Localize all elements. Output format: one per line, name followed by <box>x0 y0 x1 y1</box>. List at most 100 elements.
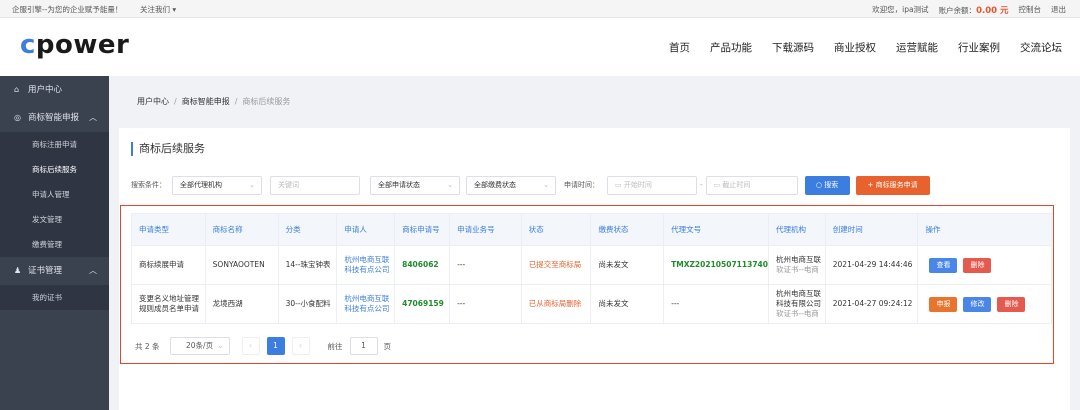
edit-button[interactable]: 修改 <box>963 296 992 312</box>
page-title: 商标后续服务 <box>131 142 205 156</box>
home-icon: ⌂ <box>14 85 20 94</box>
sidebar-item-trademark[interactable]: ◎ 商标智能申报 ︿ <box>0 104 109 132</box>
cell-category: 30--小食配料 <box>277 284 338 324</box>
nav-home[interactable]: 首页 <box>669 40 690 55</box>
cell-created: 2021-04-27 09:24:12 <box>824 284 919 324</box>
sidebar-item-user-center[interactable]: ⌂ 用户中心 <box>0 76 109 104</box>
delete-button[interactable]: 删除 <box>997 296 1026 312</box>
nav-features[interactable]: 产品功能 <box>710 40 752 55</box>
col-app-no: 商标申请号 <box>394 213 451 246</box>
cell-created: 2021-04-29 14:44:46 <box>824 245 919 285</box>
agency-select[interactable]: 全部代理机构 ⌄ <box>172 175 262 195</box>
cell-status: 已提交至商标局 <box>520 245 592 285</box>
nav-download[interactable]: 下载源码 <box>772 40 814 55</box>
col-pay-status: 缴费状态 <box>590 213 665 246</box>
submit-button[interactable]: 申报 <box>929 296 958 312</box>
cell-applicant[interactable]: 杭州电商互联科技有点公司 <box>336 245 396 285</box>
caret-down-icon: ▾ <box>172 5 177 14</box>
start-time-input[interactable]: ▭ 开始时间 <box>607 175 697 195</box>
logout-link[interactable]: 退出 <box>1051 4 1066 16</box>
cell-type: 变更名义地址管理规则成员名单申请 <box>131 284 206 324</box>
cell-ops: 查看 删除 <box>917 245 1052 285</box>
page-1[interactable]: 1 <box>266 337 285 355</box>
nav-license[interactable]: 商业授权 <box>834 40 876 55</box>
cell-app-no: 8406062 <box>394 245 451 285</box>
col-doc-no: 代理文号 <box>663 213 769 246</box>
service-table: 申请类型 商标名称 分类 申请人 商标申请号 申请业务号 状态 缴费状态 代理文… <box>131 213 1052 324</box>
header: cpower 首页 产品功能 下载源码 商业授权 运营赋能 行业案例 交流论坛 <box>0 18 1080 74</box>
table-row: 变更名义地址管理规则成员名单申请 龙境西湖 30--小食配料 杭州电商互联科技有… <box>131 284 1052 324</box>
sidebar-item-register[interactable]: 商标注册申请 <box>0 132 109 157</box>
table-row: 商标续展申请 SONYAOOTEN 14--珠宝钟表 杭州电商互联科技有点公司 … <box>131 245 1052 285</box>
main-nav: 首页 产品功能 下载源码 商业授权 运营赋能 行业案例 交流论坛 <box>669 40 1062 55</box>
col-name: 商标名称 <box>204 213 279 246</box>
cell-doc-no: TMXZ20210507113740 <box>663 245 769 285</box>
nav-cases[interactable]: 行业案例 <box>958 40 1000 55</box>
col-created: 创建时间 <box>824 213 919 246</box>
cell-applicant[interactable]: 杭州电商互联科技有点公司 <box>336 284 396 324</box>
apply-status-select[interactable]: 全部申请状态 ⌄ <box>370 175 460 195</box>
keyword-input[interactable]: 关键词 <box>270 175 360 195</box>
sidebar-item-documents[interactable]: 发文管理 <box>0 207 109 232</box>
cell-name: 龙境西湖 <box>204 284 279 324</box>
cell-type: 商标续展申请 <box>131 245 206 285</box>
breadcrumb-item[interactable]: 商标智能申报 <box>182 97 230 106</box>
prev-page-button[interactable]: ‹ <box>241 337 260 355</box>
top-bar: 企服引擎--为您的企业赋予能量！ 关注我们 ▾ 欢迎您，ipa测试 账户余额：0… <box>0 0 1080 18</box>
username[interactable]: ipa测试 <box>902 5 928 14</box>
pagination: 共 2 条 20条/页 ⌄ ‹ 1 › 前往 1 页 <box>135 337 391 355</box>
calendar-icon: ▭ <box>615 180 624 189</box>
cell-name: SONYAOOTEN <box>204 245 279 285</box>
trademark-icon: ◎ <box>14 113 21 122</box>
cell-status: 已从商标局删除 <box>520 284 592 324</box>
cell-agency: 杭州电商互联科技有限公司 软证书--电商 <box>767 284 826 324</box>
search-button[interactable]: ○ 搜索 <box>804 175 850 195</box>
goto-input[interactable]: 1 <box>349 337 378 355</box>
sidebar-item-followup[interactable]: 商标后续服务 <box>0 157 109 182</box>
console-link[interactable]: 控制台 <box>1019 4 1042 16</box>
cell-ops: 申报 修改 删除 <box>917 284 1052 324</box>
logo[interactable]: cpower <box>20 30 129 60</box>
cell-category: 14--珠宝钟表 <box>277 245 338 285</box>
next-page-button[interactable]: › <box>291 337 310 355</box>
sidebar: ⌂ 用户中心 ◎ 商标智能申报 ︿ 商标注册申请 商标后续服务 申请人管理 发文管理… <box>0 76 109 410</box>
chevron-down-icon: ⌄ <box>249 180 255 189</box>
sidebar-item-payment[interactable]: 缴费管理 <box>0 232 109 257</box>
breadcrumb-current: 商标后续服务 <box>242 97 291 106</box>
cell-biz-no: --- <box>449 245 522 285</box>
pay-status-select[interactable]: 全部缴费状态 ⌄ <box>466 175 556 195</box>
delete-button[interactable]: 删除 <box>963 257 992 273</box>
cell-biz-no: --- <box>449 284 522 324</box>
chevron-up-icon: ︿ <box>89 113 97 122</box>
view-button[interactable]: 查看 <box>929 257 958 273</box>
balance-value: 0.00 元 <box>976 6 1009 16</box>
chevron-down-icon: ⌄ <box>447 180 453 189</box>
welcome-text: 欢迎您，ipa测试 <box>872 5 929 14</box>
filter-bar: 搜索条件： 全部代理机构 ⌄ 关键词 全部申请状态 ⌄ 全部缴费状态 ⌄ 申请时间： … <box>131 175 930 195</box>
sidebar-item-my-certificate[interactable]: 我的证书 <box>0 285 109 310</box>
col-biz-no: 申请业务号 <box>449 213 522 246</box>
col-category: 分类 <box>277 213 338 246</box>
cell-doc-no: --- <box>663 284 769 324</box>
cell-app-no: 47069159 <box>394 284 451 324</box>
nav-forum[interactable]: 交流论坛 <box>1020 40 1062 55</box>
table-header-row: 申请类型 商标名称 分类 申请人 商标申请号 申请业务号 状态 缴费状态 代理文… <box>131 213 1052 246</box>
col-status: 状态 <box>520 213 592 246</box>
cell-pay-status: 尚未发文 <box>590 284 665 324</box>
col-type: 申请类型 <box>131 213 206 246</box>
nav-operation[interactable]: 运营赋能 <box>896 40 938 55</box>
end-time-input[interactable]: ▭ 截止时间 <box>705 175 798 195</box>
sidebar-item-certificate[interactable]: ♟ 证书管理 ︿ <box>0 257 109 285</box>
balance: 账户余额：0.00 元 <box>938 6 1009 16</box>
page-unit: 页 <box>383 341 392 351</box>
chevron-down-icon: ⌄ <box>543 180 549 189</box>
follow-us-link[interactable]: 关注我们 ▾ <box>140 4 176 15</box>
total-count: 共 2 条 <box>135 341 160 351</box>
page-size-select[interactable]: 20条/页 ⌄ <box>169 337 230 355</box>
sidebar-item-applicant[interactable]: 申请人管理 <box>0 182 109 207</box>
apply-service-button[interactable]: + 商标服务申请 <box>855 175 930 195</box>
col-ops: 操作 <box>917 213 1052 246</box>
search-icon: ○ <box>815 180 825 189</box>
breadcrumb-item[interactable]: 用户中心 <box>137 97 169 106</box>
col-agency: 代理机构 <box>767 213 826 246</box>
